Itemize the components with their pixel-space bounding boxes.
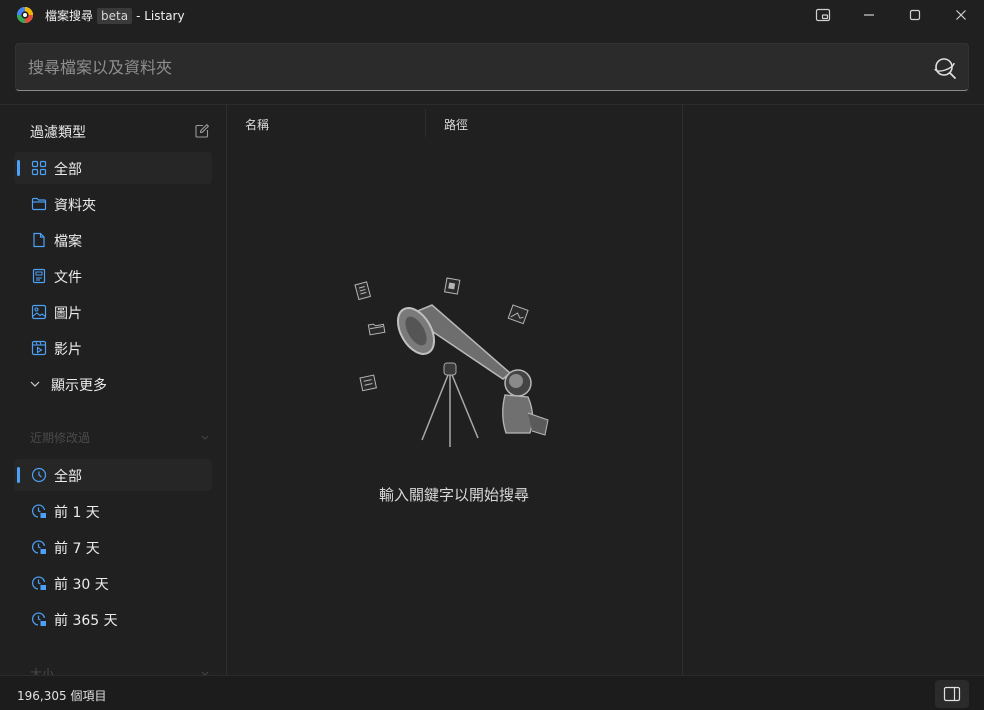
- time-item-label: 前 30 天: [54, 577, 109, 593]
- time-item-1-day[interactable]: 前 1 天: [14, 495, 212, 527]
- clock-1m-icon: [32, 576, 46, 590]
- picture-in-picture-icon: [815, 8, 831, 22]
- filter-item-label: 檔案: [54, 234, 82, 250]
- filter-item-all[interactable]: 全部: [14, 152, 212, 184]
- window-title-main: 檔案搜尋: [45, 9, 94, 23]
- status-bar: 196,305 個項目: [0, 675, 984, 710]
- column-header-path[interactable]: 路徑: [444, 116, 468, 133]
- chevron-down-icon: [201, 435, 209, 440]
- column-header-name[interactable]: 名稱: [245, 116, 269, 133]
- clock-7d-icon: [32, 540, 46, 554]
- search-icon[interactable]: [932, 55, 958, 81]
- filter-item-label: 資料夾: [54, 198, 96, 214]
- clock-1d-icon: [32, 504, 46, 518]
- show-more-label: 顯示更多: [51, 378, 107, 394]
- side-panel-icon: [943, 686, 961, 702]
- active-indicator: [17, 160, 20, 176]
- time-item-label: 前 1 天: [54, 505, 100, 521]
- sidebar: 過濾類型 全部 資料夾 檔案 文件 圖片 影片 顯示更多 近期修改過 全部 前 …: [0, 105, 226, 675]
- floating-image-icon: [507, 304, 529, 325]
- maximize-button[interactable]: [892, 0, 938, 30]
- time-item-label: 前 365 天: [54, 613, 118, 629]
- filter-item-image[interactable]: 圖片: [14, 296, 212, 328]
- file-icon: [33, 232, 45, 248]
- active-indicator: [17, 467, 20, 483]
- filter-item-label: 文件: [54, 270, 82, 286]
- column-separator[interactable]: [425, 109, 426, 137]
- chevron-down-icon: [30, 381, 40, 387]
- beta-badge: beta: [97, 7, 133, 24]
- floating-document-icon: [354, 281, 372, 301]
- item-count: 196,305 個項目: [17, 689, 107, 703]
- sidebar-divider: [226, 105, 227, 675]
- size-heading[interactable]: 大小: [30, 665, 54, 675]
- filter-item-label: 全部: [54, 162, 82, 178]
- time-item-label: 全部: [54, 469, 82, 485]
- close-button[interactable]: [938, 0, 984, 30]
- folder-icon: [31, 197, 47, 211]
- video-icon: [31, 340, 47, 356]
- grid-icon: [31, 160, 47, 176]
- edit-icon[interactable]: [194, 123, 210, 139]
- telescope-astronaut-illustration: [354, 277, 549, 447]
- recent-modified-heading[interactable]: 近期修改過: [30, 429, 90, 446]
- floating-folder-icon: [367, 323, 386, 336]
- search-box: [15, 43, 969, 91]
- filter-type-heading: 過濾類型: [30, 125, 86, 141]
- picture-in-picture-button[interactable]: [800, 0, 846, 30]
- document-icon: [32, 268, 46, 284]
- search-input[interactable]: [28, 44, 908, 90]
- title-bar: 檔案搜尋 beta - Listary: [0, 0, 984, 30]
- time-item-all[interactable]: 全部: [14, 459, 212, 491]
- empty-state-message: 輸入關鍵字以開始搜尋: [378, 486, 529, 504]
- window-title: 檔案搜尋 beta - Listary: [45, 7, 185, 24]
- clock-1y-icon: [32, 612, 46, 626]
- window-title-suffix: - Listary: [136, 8, 185, 23]
- toggle-preview-panel-button[interactable]: [935, 680, 969, 708]
- time-item-365-days[interactable]: 前 365 天: [14, 603, 212, 635]
- maximize-icon: [909, 9, 921, 21]
- image-icon: [31, 304, 47, 320]
- filter-item-folder[interactable]: 資料夾: [14, 188, 212, 220]
- time-item-30-days[interactable]: 前 30 天: [14, 567, 212, 599]
- clock-icon: [31, 467, 47, 483]
- time-item-7-days[interactable]: 前 7 天: [14, 531, 212, 563]
- preview-divider: [682, 105, 683, 675]
- filter-item-file[interactable]: 檔案: [14, 224, 212, 256]
- filter-item-label: 圖片: [54, 306, 82, 322]
- floating-file-icon: [443, 277, 461, 295]
- filter-item-video[interactable]: 影片: [14, 332, 212, 364]
- minimize-button[interactable]: [846, 0, 892, 30]
- filter-item-label: 影片: [54, 342, 82, 358]
- floating-sheet-icon: [359, 374, 377, 392]
- time-item-label: 前 7 天: [54, 541, 100, 557]
- listary-logo-icon: [17, 7, 33, 23]
- close-icon: [956, 10, 966, 20]
- show-more-button[interactable]: 顯示更多: [14, 368, 212, 400]
- minimize-icon: [864, 14, 874, 16]
- filter-item-document[interactable]: 文件: [14, 260, 212, 292]
